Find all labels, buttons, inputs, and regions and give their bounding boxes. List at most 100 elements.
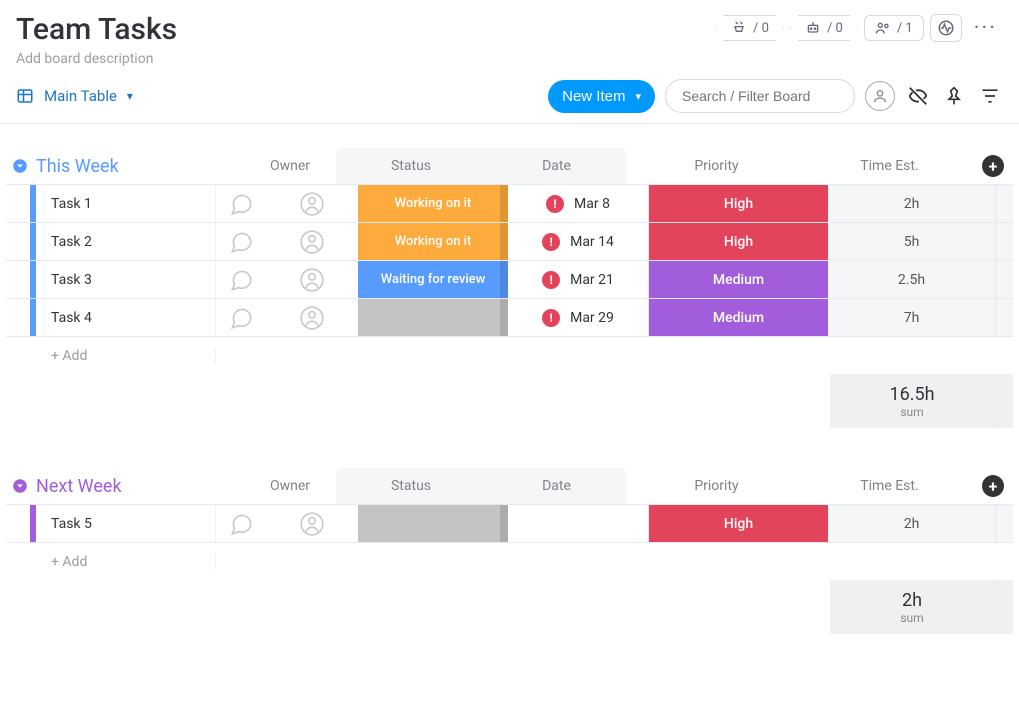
column-owner-header[interactable]: Owner	[244, 158, 336, 174]
date-cell[interactable]: !Mar 8	[508, 185, 649, 222]
status-cell[interactable]: Working on it	[358, 223, 508, 260]
owner-cell[interactable]	[266, 299, 358, 336]
task-name[interactable]: Task 2	[36, 223, 216, 260]
row-end	[995, 185, 1013, 222]
overdue-icon: !	[542, 271, 560, 289]
column-status-header[interactable]: Status	[336, 468, 486, 504]
activity-badge[interactable]	[930, 14, 962, 42]
overdue-icon: !	[546, 195, 564, 213]
group: Next Week Owner Status Date Priority Tim…	[6, 468, 1013, 634]
row-end	[995, 261, 1013, 298]
add-item-label[interactable]: + Add	[36, 554, 216, 570]
plus-icon: +	[982, 475, 1004, 497]
date-cell[interactable]: !Mar 21	[508, 261, 649, 298]
integration-badge-1[interactable]: / 0	[716, 15, 784, 41]
new-item-label: New Item	[562, 88, 625, 105]
time-sum-box: 16.5h sum	[830, 374, 995, 428]
group-name[interactable]: Next Week	[36, 476, 244, 497]
time-sum-label: sum	[900, 405, 923, 419]
status-cell[interactable]	[358, 299, 508, 336]
task-name[interactable]: Task 4	[36, 299, 216, 336]
status-cell[interactable]	[358, 505, 508, 542]
integration-badge-2[interactable]: / 0	[790, 15, 858, 41]
chat-icon[interactable]	[216, 261, 266, 298]
view-tabbar: Main Table ▾ New Item ▾	[0, 71, 1019, 124]
add-item-row[interactable]: + Add	[6, 336, 1013, 374]
plus-icon: +	[982, 155, 1004, 177]
time-sum-label: sum	[900, 611, 923, 625]
table-row[interactable]: Task 4 !Mar 29 Medium 7h	[6, 298, 1013, 336]
owner-cell[interactable]	[266, 505, 358, 542]
time-sum-value: 2h	[902, 590, 922, 611]
table-row[interactable]: Task 1 Working on it !Mar 8 High 2h	[6, 184, 1013, 222]
tab-main-table[interactable]: Main Table	[44, 87, 117, 105]
chat-icon[interactable]	[216, 223, 266, 260]
column-time-header[interactable]: Time Est.	[806, 468, 973, 504]
time-estimate-cell[interactable]: 2h	[828, 505, 995, 542]
column-time-header[interactable]: Time Est.	[806, 148, 973, 184]
time-sum-value: 16.5h	[889, 384, 934, 405]
chat-icon[interactable]	[216, 299, 266, 336]
page-header: Team Tasks Add board description / 0 / 0…	[0, 0, 1019, 71]
new-item-button[interactable]: New Item ▾	[548, 80, 655, 113]
add-column-button[interactable]: +	[973, 475, 1013, 497]
page-title[interactable]: Team Tasks	[16, 12, 177, 47]
more-options-button[interactable]: ···	[968, 16, 1003, 41]
time-estimate-cell[interactable]: 2h	[828, 185, 995, 222]
column-date-header[interactable]: Date	[486, 148, 627, 184]
table-row[interactable]: Task 5 High 2h	[6, 504, 1013, 542]
priority-cell[interactable]: High	[649, 185, 828, 222]
pin-icon[interactable]	[941, 83, 967, 109]
group-name[interactable]: This Week	[36, 156, 244, 177]
time-estimate-cell[interactable]: 5h	[828, 223, 995, 260]
date-cell[interactable]: !Mar 14	[508, 223, 649, 260]
search-input[interactable]	[665, 79, 855, 113]
status-cell[interactable]: Waiting for review	[358, 261, 508, 298]
table-row[interactable]: Task 3 Waiting for review !Mar 21 Medium…	[6, 260, 1013, 298]
group-summary: 16.5h sum	[6, 374, 1013, 428]
person-filter-icon[interactable]	[865, 81, 895, 111]
people-icon	[875, 20, 891, 36]
task-name[interactable]: Task 3	[36, 261, 216, 298]
time-estimate-cell[interactable]: 2.5h	[828, 261, 995, 298]
chevron-down-icon[interactable]: ▾	[127, 89, 133, 103]
column-owner-header[interactable]: Owner	[244, 478, 336, 494]
date-cell[interactable]	[508, 505, 649, 542]
badge-2-text: / 0	[827, 21, 843, 36]
table-icon	[16, 87, 34, 105]
board-description[interactable]: Add board description	[16, 51, 177, 67]
collapse-icon[interactable]	[10, 156, 30, 176]
chat-icon[interactable]	[216, 185, 266, 222]
add-item-label[interactable]: + Add	[36, 348, 216, 364]
column-priority-header[interactable]: Priority	[627, 148, 806, 184]
status-cell[interactable]: Working on it	[358, 185, 508, 222]
task-name[interactable]: Task 1	[36, 185, 216, 222]
overdue-icon: !	[542, 233, 560, 251]
column-date-header[interactable]: Date	[486, 468, 627, 504]
chevron-down-icon: ▾	[635, 90, 641, 103]
owner-cell[interactable]	[266, 185, 358, 222]
plug-icon	[731, 20, 747, 36]
table-row[interactable]: Task 2 Working on it !Mar 14 High 5h	[6, 222, 1013, 260]
hide-icon[interactable]	[905, 83, 931, 109]
row-end	[995, 505, 1013, 542]
add-column-button[interactable]: +	[973, 155, 1013, 177]
priority-cell[interactable]: High	[649, 223, 828, 260]
chat-icon[interactable]	[216, 505, 266, 542]
priority-cell[interactable]: Medium	[649, 261, 828, 298]
column-priority-header[interactable]: Priority	[627, 468, 806, 504]
date-cell[interactable]: !Mar 29	[508, 299, 649, 336]
task-name[interactable]: Task 5	[36, 505, 216, 542]
priority-cell[interactable]: High	[649, 505, 828, 542]
time-estimate-cell[interactable]: 7h	[828, 299, 995, 336]
add-item-row[interactable]: + Add	[6, 542, 1013, 580]
owner-cell[interactable]	[266, 223, 358, 260]
owner-cell[interactable]	[266, 261, 358, 298]
collapse-icon[interactable]	[10, 476, 30, 496]
row-end	[995, 223, 1013, 260]
column-status-header[interactable]: Status	[336, 148, 486, 184]
members-badge[interactable]: / 1	[864, 15, 924, 41]
priority-cell[interactable]: Medium	[649, 299, 828, 336]
filter-icon[interactable]	[977, 83, 1003, 109]
row-end	[995, 299, 1013, 336]
